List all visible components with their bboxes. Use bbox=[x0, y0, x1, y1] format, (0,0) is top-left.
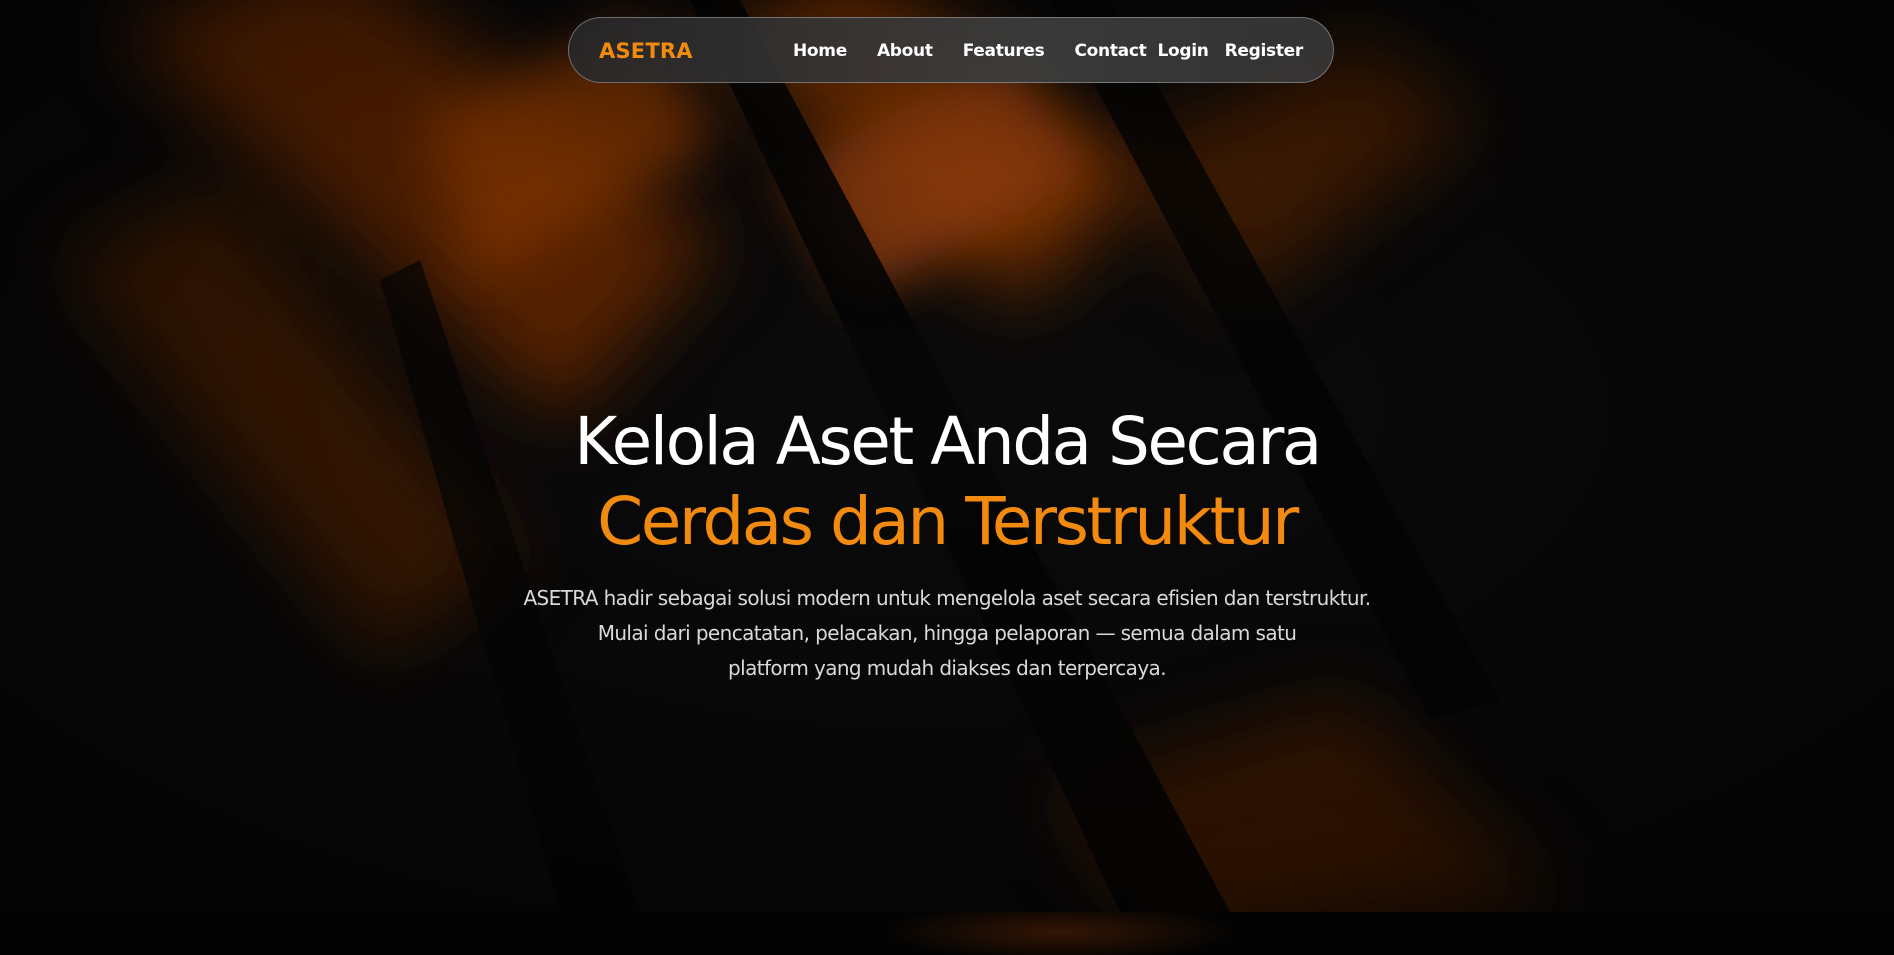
navbar: ASETRA Home About Features Contact Login… bbox=[568, 17, 1334, 83]
nav-link-about[interactable]: About bbox=[877, 41, 933, 61]
hero-section: ASETRA Home About Features Contact Login… bbox=[0, 0, 1894, 912]
auth-links: Login Register bbox=[1142, 18, 1304, 84]
hero-description: ASETRA hadir sebagai solusi modern untuk… bbox=[497, 581, 1397, 686]
nav-link-contact[interactable]: Contact bbox=[1074, 41, 1146, 61]
nav-link-features[interactable]: Features bbox=[963, 41, 1045, 61]
hero-description-line: platform yang mudah diakses dan terperca… bbox=[728, 656, 1167, 680]
hero-title-line1: Kelola Aset Anda Secara bbox=[574, 403, 1322, 480]
brand-logo[interactable]: ASETRA bbox=[599, 18, 693, 84]
nav-link-home[interactable]: Home bbox=[793, 41, 847, 61]
next-section-edge bbox=[0, 912, 1894, 955]
login-link[interactable]: Login bbox=[1158, 41, 1209, 61]
hero-description-line: Mulai dari pencatatan, pelacakan, hingga… bbox=[597, 621, 1297, 645]
hero-description-line: ASETRA hadir sebagai solusi modern untuk… bbox=[523, 586, 1371, 610]
nav-links: Home About Features Contact bbox=[793, 18, 1176, 84]
hero-title-line2: Cerdas dan Terstruktur bbox=[597, 483, 1299, 560]
bottom-glow bbox=[880, 912, 1240, 955]
register-link[interactable]: Register bbox=[1225, 41, 1304, 61]
